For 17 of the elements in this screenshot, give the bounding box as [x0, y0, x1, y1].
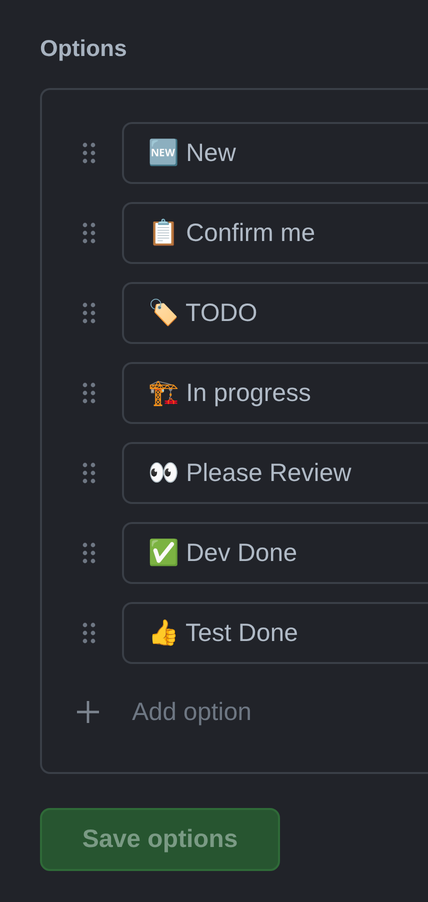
drag-handle-icon[interactable]	[82, 302, 96, 324]
drag-handle-icon[interactable]	[82, 382, 96, 404]
plus-icon[interactable]	[76, 700, 100, 724]
option-field[interactable]: 👀 Please Review	[122, 442, 428, 504]
add-option-field[interactable]: Add option	[132, 698, 428, 726]
option-field[interactable]: ✅ Dev Done	[122, 522, 428, 584]
drag-handle-icon[interactable]	[82, 462, 96, 484]
drag-handle-icon[interactable]	[82, 542, 96, 564]
drag-handle-icon[interactable]	[82, 142, 96, 164]
option-field[interactable]: 👍 Test Done	[122, 602, 428, 664]
drag-handle-icon[interactable]	[82, 222, 96, 244]
section-heading: Options	[40, 34, 128, 63]
option-field[interactable]: 🆕 New	[122, 122, 428, 184]
option-field[interactable]: 📋 Confirm me	[122, 202, 428, 264]
option-field[interactable]: 🏷 TODO	[122, 282, 428, 344]
drag-handle-icon[interactable]	[82, 622, 96, 644]
option-field[interactable]: 🏗 In progress	[122, 362, 428, 424]
